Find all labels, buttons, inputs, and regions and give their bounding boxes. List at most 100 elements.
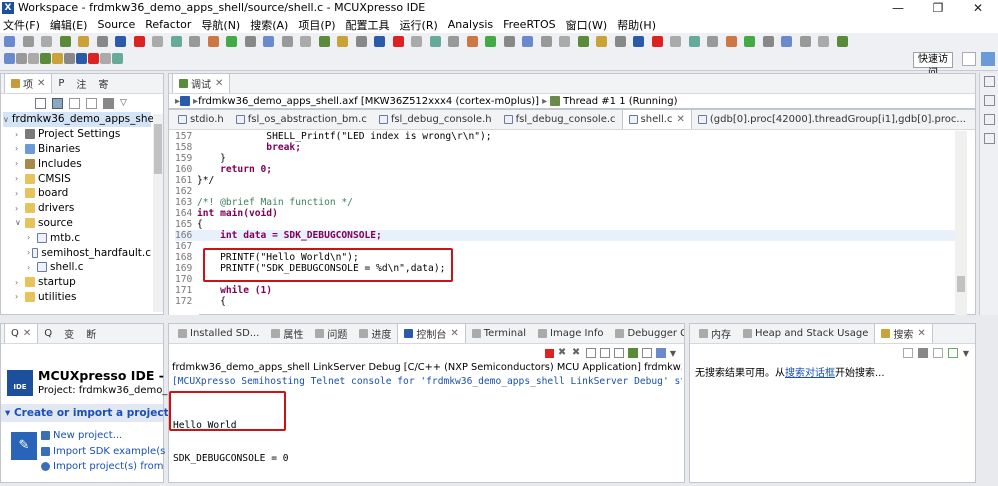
- toolbar-button-icon[interactable]: [152, 36, 163, 47]
- menu-item[interactable]: 帮助(H): [617, 17, 656, 33]
- tab-registers[interactable]: 注: [70, 74, 92, 93]
- debug-thread[interactable]: Thread #1 1 (Running): [563, 96, 677, 107]
- toolbar-button-icon[interactable]: [78, 36, 89, 47]
- close-icon[interactable]: ✕: [23, 328, 31, 339]
- toolbar-button-icon[interactable]: [448, 36, 459, 47]
- search-dialog-link[interactable]: 搜索对话框: [785, 368, 835, 379]
- tree-item[interactable]: › Includes: [3, 156, 151, 171]
- toolbar-button-icon[interactable]: [96, 36, 108, 47]
- toolbar-button-icon[interactable]: [40, 53, 51, 64]
- toolbar-button-icon[interactable]: [633, 36, 644, 47]
- task-icon[interactable]: [983, 114, 995, 125]
- tab-editor-file[interactable]: shell.c ✕: [621, 110, 692, 129]
- toolbar-button-icon[interactable]: [485, 36, 496, 47]
- quick-access-button[interactable]: 快速访问: [913, 52, 953, 79]
- toolbar-button-icon[interactable]: [781, 36, 792, 47]
- toolbar-button-icon[interactable]: [503, 36, 515, 47]
- minimize-maximize-icon[interactable]: ▭ ▢: [972, 114, 975, 125]
- toolbar-button-icon[interactable]: [4, 36, 15, 47]
- toolbar-button-icon[interactable]: [540, 36, 552, 47]
- open-console-icon[interactable]: [655, 348, 666, 358]
- chevron-right-icon[interactable]: ›: [15, 292, 25, 301]
- scroll-lock-icon[interactable]: [599, 348, 610, 358]
- close-icon[interactable]: ✕: [917, 328, 925, 339]
- toolbar-button-icon[interactable]: [52, 53, 63, 64]
- toolbar-button-icon[interactable]: [596, 36, 607, 47]
- menu-item[interactable]: Analysis: [448, 18, 493, 31]
- remove-all-icon[interactable]: ✖: [572, 348, 582, 358]
- toolbar-button-icon[interactable]: [59, 36, 71, 47]
- close-icon[interactable]: ✕: [450, 328, 458, 339]
- toolbar-button-icon[interactable]: [374, 36, 385, 47]
- editor-scrollbar[interactable]: [955, 131, 967, 315]
- tree-item[interactable]: › drivers: [3, 201, 151, 216]
- view-menu-icon[interactable]: ▽: [120, 98, 127, 108]
- tab-console-view[interactable]: Installed SD...: [172, 324, 265, 343]
- tab-console-view[interactable]: Image Info: [532, 324, 609, 343]
- new-project-link[interactable]: New project...: [41, 428, 165, 444]
- toolbar-button-icon[interactable]: [189, 36, 200, 47]
- menu-item[interactable]: FreeRTOS: [503, 18, 556, 31]
- toolbar-button-icon[interactable]: [41, 36, 52, 47]
- tab-console-view[interactable]: Debugger C...: [609, 324, 684, 343]
- outline-icon[interactable]: [983, 95, 995, 106]
- tab-peripherals[interactable]: P: [52, 74, 70, 93]
- expand-icon[interactable]: [902, 348, 913, 358]
- tab-heap-stack[interactable]: Heap and Stack Usage: [737, 324, 874, 343]
- maximize-button[interactable]: ❐: [918, 0, 958, 16]
- stop-icon[interactable]: [917, 348, 928, 358]
- chevron-right-icon[interactable]: ›: [15, 144, 25, 153]
- link-editor-icon[interactable]: [52, 97, 63, 109]
- toolbar-button-icon[interactable]: [522, 36, 533, 47]
- clear-console-icon[interactable]: [585, 348, 596, 358]
- tab-quick-search[interactable]: Q: [38, 324, 58, 343]
- menu-item[interactable]: 运行(R): [400, 17, 438, 33]
- tab-registers-2[interactable]: 寄: [92, 74, 114, 93]
- toolbar-button-icon[interactable]: [429, 36, 441, 47]
- menu-item[interactable]: 配置工具: [346, 17, 390, 33]
- tree-item[interactable]: › board: [3, 186, 151, 201]
- toolbar-button-icon[interactable]: [4, 53, 15, 64]
- close-icon[interactable]: ✕: [215, 78, 223, 89]
- toolbar-button-icon[interactable]: [392, 36, 404, 47]
- menu-item[interactable]: 搜索(A): [250, 17, 288, 33]
- tree-root[interactable]: ∨ frdmkw36_demo_apps_shell: [3, 112, 160, 127]
- tree-item[interactable]: › startup: [3, 275, 151, 290]
- toolbar-button-icon[interactable]: [670, 36, 681, 47]
- scrollbar-thumb[interactable]: [957, 276, 965, 292]
- tree-item[interactable]: › semihost_hardfault.c: [3, 245, 151, 260]
- chevron-down-icon[interactable]: ▼: [963, 349, 969, 358]
- tab-debug[interactable]: 调试 ✕: [172, 74, 231, 93]
- tab-variables[interactable]: 变: [58, 324, 80, 343]
- stop-icon[interactable]: [103, 97, 114, 109]
- tab-project-explorer[interactable]: 项 ✕: [4, 74, 53, 93]
- tab-memory[interactable]: 内存: [693, 324, 737, 343]
- tab-console-view[interactable]: 进度: [353, 324, 397, 343]
- pin-console-icon[interactable]: [627, 348, 638, 358]
- section-create-import[interactable]: ▾ Create or import a project: [1, 404, 169, 422]
- menu-item[interactable]: Refactor: [145, 18, 191, 31]
- perspective-icon[interactable]: [981, 52, 995, 66]
- toolbar-button-icon[interactable]: [836, 36, 848, 47]
- restore-icon[interactable]: [983, 76, 995, 87]
- chevron-right-icon[interactable]: ›: [27, 233, 37, 242]
- toolbar-button-icon[interactable]: [577, 36, 589, 47]
- toolbar-button-icon[interactable]: [799, 36, 811, 47]
- menu-item[interactable]: 编辑(E): [50, 17, 88, 33]
- toolbar-button-icon[interactable]: [688, 36, 700, 47]
- toolbar-button-icon[interactable]: [244, 36, 256, 47]
- menu-item[interactable]: 项目(P): [298, 17, 335, 33]
- tree-item[interactable]: › Project Settings: [3, 127, 151, 142]
- tab-breakpoints[interactable]: 断: [80, 324, 102, 343]
- history-icon[interactable]: [947, 348, 958, 358]
- toolbar-button-icon[interactable]: [337, 36, 348, 47]
- tab-quickstart[interactable]: Q ✕: [4, 324, 39, 343]
- collapse-all-icon[interactable]: [35, 97, 46, 109]
- toolbar-button-icon[interactable]: [411, 36, 422, 47]
- toolbar-button-icon[interactable]: [300, 36, 311, 47]
- chevron-right-icon[interactable]: ›: [15, 278, 25, 287]
- debug-target[interactable]: frdmkw36_demo_apps_shell.axf [MKW36Z512x…: [198, 96, 539, 107]
- tab-editor-file[interactable]: fsl_os_abstraction_bm.c: [230, 110, 373, 129]
- toolbar-button-icon[interactable]: [16, 53, 27, 64]
- toolbar-button-icon[interactable]: [651, 36, 663, 47]
